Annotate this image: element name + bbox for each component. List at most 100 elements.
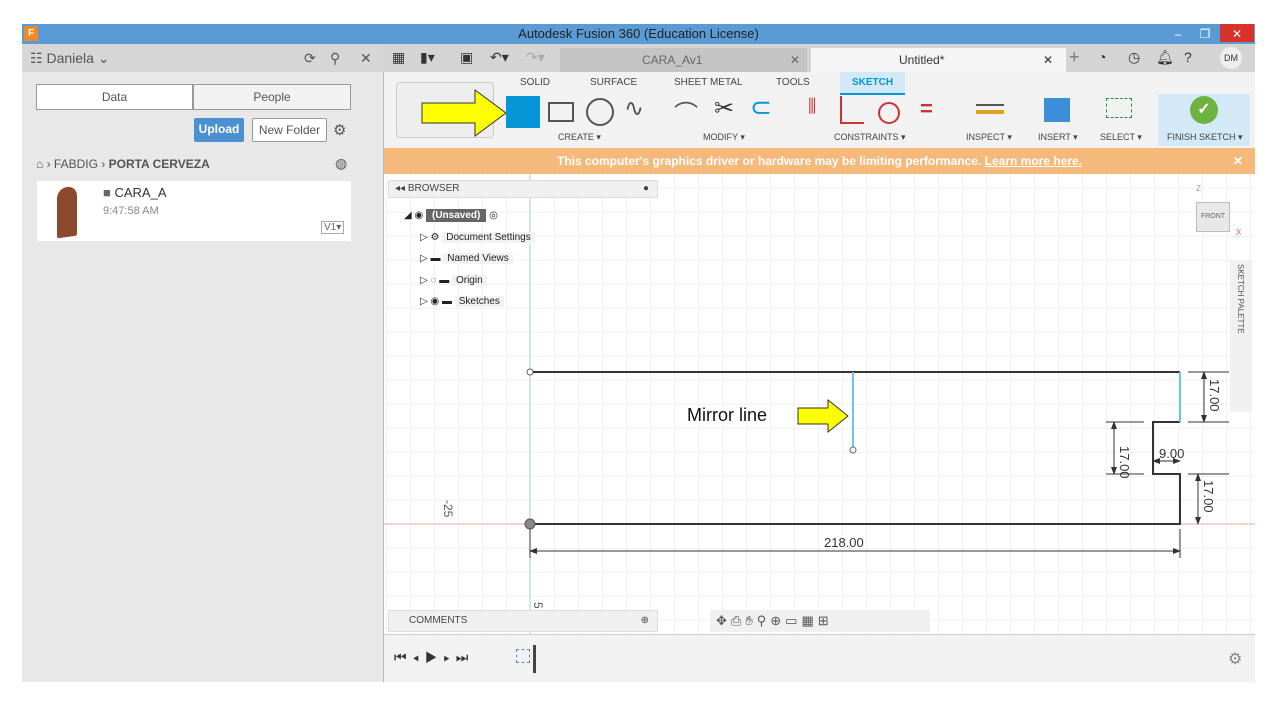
upload-button[interactable]: Upload — [194, 118, 244, 142]
select-menu[interactable]: SELECT ▾ — [1100, 132, 1142, 143]
new-folder-button[interactable]: New Folder — [252, 118, 327, 142]
trim-scissors-icon[interactable]: ✂ — [714, 94, 734, 123]
tab-tools[interactable]: TOOLS — [776, 77, 810, 88]
tab-sheet-metal[interactable]: SHEET METAL — [674, 77, 743, 88]
dim-top[interactable]: 17.00 — [1207, 379, 1222, 412]
timeline-marker[interactable] — [533, 645, 536, 673]
measure-icon[interactable] — [976, 104, 1004, 114]
notification-bell-icon[interactable]: 🔔︎ — [1156, 49, 1174, 66]
constraints-menu[interactable]: CONSTRAINTS ▾ — [834, 132, 906, 143]
home-icon[interactable]: ⌂ — [36, 157, 43, 171]
doc-tab-untitled[interactable]: Untitled* ✕ — [811, 48, 1066, 72]
user-dropdown[interactable]: Daniela — [46, 50, 93, 66]
rectangle-tool-icon[interactable] — [548, 102, 574, 122]
tangent-icon[interactable] — [878, 102, 900, 124]
pan-hand-icon[interactable]: ✋︎ — [745, 613, 756, 628]
perpendicular-icon[interactable] — [840, 96, 864, 124]
axis-label-neg: -25 — [441, 500, 455, 518]
circle-tool-icon[interactable] — [586, 98, 614, 126]
minimize-button[interactable]: – — [1165, 24, 1191, 42]
history-clock-icon[interactable]: ◷ — [1128, 49, 1140, 66]
comments-panel[interactable]: COMMENTS ⊕ — [388, 610, 658, 632]
viewcube[interactable]: FRONT — [1196, 202, 1230, 232]
browser-item-sketches[interactable]: ▷ ◉ ▬ Sketches — [420, 292, 504, 312]
file-menu-icon[interactable]: ▮▾ — [420, 49, 435, 66]
settings-gear-icon[interactable]: ⚙ — [333, 121, 346, 139]
orbit-icon[interactable]: ✥ — [716, 613, 731, 628]
insert-menu[interactable]: INSERT ▾ — [1038, 132, 1078, 143]
new-tab-plus-icon[interactable]: + — [1069, 47, 1080, 68]
browser-panel-header[interactable]: ◂◂ BROWSER ● — [388, 180, 658, 198]
step-forward-icon[interactable]: ▸ — [443, 649, 455, 665]
breadcrumb-porta-cerveza[interactable]: PORTA CERVEZA — [109, 157, 210, 171]
dim-width[interactable]: 218.00 — [824, 535, 864, 550]
doc-tab-cara[interactable]: CARA_Av1 ✕ — [560, 48, 807, 72]
dim-middle[interactable]: 17.00 — [1117, 446, 1132, 479]
browser-root[interactable]: ◢ ◉ (Unsaved) ◎ — [404, 206, 498, 226]
look-at-icon[interactable]: ⎙ — [731, 613, 745, 628]
tab-data[interactable]: Data — [36, 84, 193, 110]
dim-notch[interactable]: 9.00 — [1159, 446, 1184, 461]
close-panel-icon[interactable]: ✕ — [360, 44, 372, 72]
help-icon[interactable]: ? — [1184, 49, 1192, 65]
timeline-sketch-icon[interactable] — [516, 649, 530, 663]
browser-pin-icon[interactable]: ● — [643, 181, 649, 197]
select-icon[interactable] — [1106, 98, 1132, 118]
search-icon[interactable]: ⚲ — [330, 44, 340, 72]
tab-people[interactable]: People — [193, 84, 351, 110]
redo-icon[interactable]: ↷▾ — [526, 49, 545, 66]
go-to-end-icon[interactable]: ⏭ — [456, 649, 475, 665]
equal-icon[interactable]: = — [920, 96, 933, 122]
version-dropdown[interactable]: V1▾ — [321, 221, 345, 234]
breadcrumb-fabdig[interactable]: FABDIG — [54, 157, 98, 171]
browser-item-unsaved[interactable]: (Unsaved) — [425, 209, 487, 222]
constraint-icon[interactable]: ⫼ — [808, 96, 816, 117]
tab-solid[interactable]: SOLID — [520, 77, 550, 88]
file-card[interactable]: ■ CARA_A 9:47:58 AM V1▾ — [37, 181, 351, 241]
offset-tool-icon[interactable]: ⊂ — [750, 92, 772, 123]
add-comment-icon[interactable]: ⊕ — [641, 611, 649, 631]
refresh-icon[interactable]: ⟳ — [304, 44, 316, 72]
grid-settings-icon[interactable]: ▦ — [801, 613, 817, 628]
tab-surface[interactable]: SURFACE — [590, 77, 637, 88]
browser-item-named-views[interactable]: ▷ ▬ Named Views — [420, 249, 513, 269]
play-icon[interactable]: ▶ — [425, 649, 444, 665]
restore-button[interactable]: ❐ — [1192, 24, 1218, 42]
display-settings-icon[interactable]: ▭ — [785, 613, 801, 628]
spline-tool-icon[interactable]: ∿ — [624, 94, 644, 123]
fillet-tool-icon[interactable]: ⌒ — [674, 94, 698, 129]
inspect-menu[interactable]: INSPECT ▾ — [966, 132, 1012, 143]
top-toolbar: ▦ ▮▾ ▣ ↶▾ ↷▾ CARA_Av1 ✕ Untitled* ✕ + ◔ … — [384, 44, 1255, 72]
sketch-point[interactable] — [526, 368, 534, 376]
viewports-icon[interactable]: ⊞ — [818, 613, 833, 628]
timeline-settings-gear-icon[interactable]: ⚙ — [1228, 649, 1242, 669]
line-tool-icon[interactable] — [506, 96, 540, 128]
sketch-canvas[interactable]: 218.00 9.00 17.00 17.00 17.00 -25 5 Mirr… — [384, 174, 1255, 634]
close-tab-icon[interactable]: ✕ — [1043, 48, 1053, 72]
tab-sketch[interactable]: SKETCH — [840, 72, 906, 95]
grid-menu-icon[interactable]: ▦ — [392, 49, 405, 66]
close-warning-icon[interactable]: ✕ — [1233, 148, 1243, 174]
mirror-line-endpoint[interactable] — [849, 446, 857, 454]
insert-image-icon[interactable] — [1044, 98, 1070, 122]
sketch-palette-tab[interactable]: SKETCH PALETTE — [1230, 260, 1252, 412]
origin-point[interactable] — [524, 518, 536, 530]
user-avatar[interactable]: DM — [1220, 47, 1242, 69]
finish-sketch-menu[interactable]: FINISH SKETCH ▾ — [1167, 132, 1243, 143]
create-menu[interactable]: CREATE ▾ — [558, 132, 601, 143]
undo-icon[interactable]: ↶▾ — [490, 49, 509, 66]
fit-icon[interactable]: ⊕ — [770, 613, 785, 628]
save-icon[interactable]: ▣ — [460, 49, 473, 66]
go-to-start-icon[interactable]: ⏮ — [394, 649, 413, 665]
browser-item-origin[interactable]: ▷ ◌ ▬ Origin — [420, 271, 487, 291]
close-window-button[interactable]: ✕ — [1220, 24, 1254, 42]
browser-item-document-settings[interactable]: ▷ ⚙ Document Settings — [420, 228, 535, 248]
job-status-icon[interactable]: ◔ — [1098, 49, 1106, 65]
learn-more-link[interactable]: Learn more here. — [985, 154, 1082, 168]
step-back-icon[interactable]: ◂ — [413, 649, 425, 665]
modify-menu[interactable]: MODIFY ▾ — [703, 132, 745, 143]
globe-icon[interactable]: ◍ — [335, 155, 347, 172]
dim-bottom[interactable]: 17.00 — [1201, 480, 1216, 513]
zoom-icon[interactable]: ⚲ — [757, 613, 771, 628]
close-tab-icon[interactable]: ✕ — [790, 48, 800, 72]
